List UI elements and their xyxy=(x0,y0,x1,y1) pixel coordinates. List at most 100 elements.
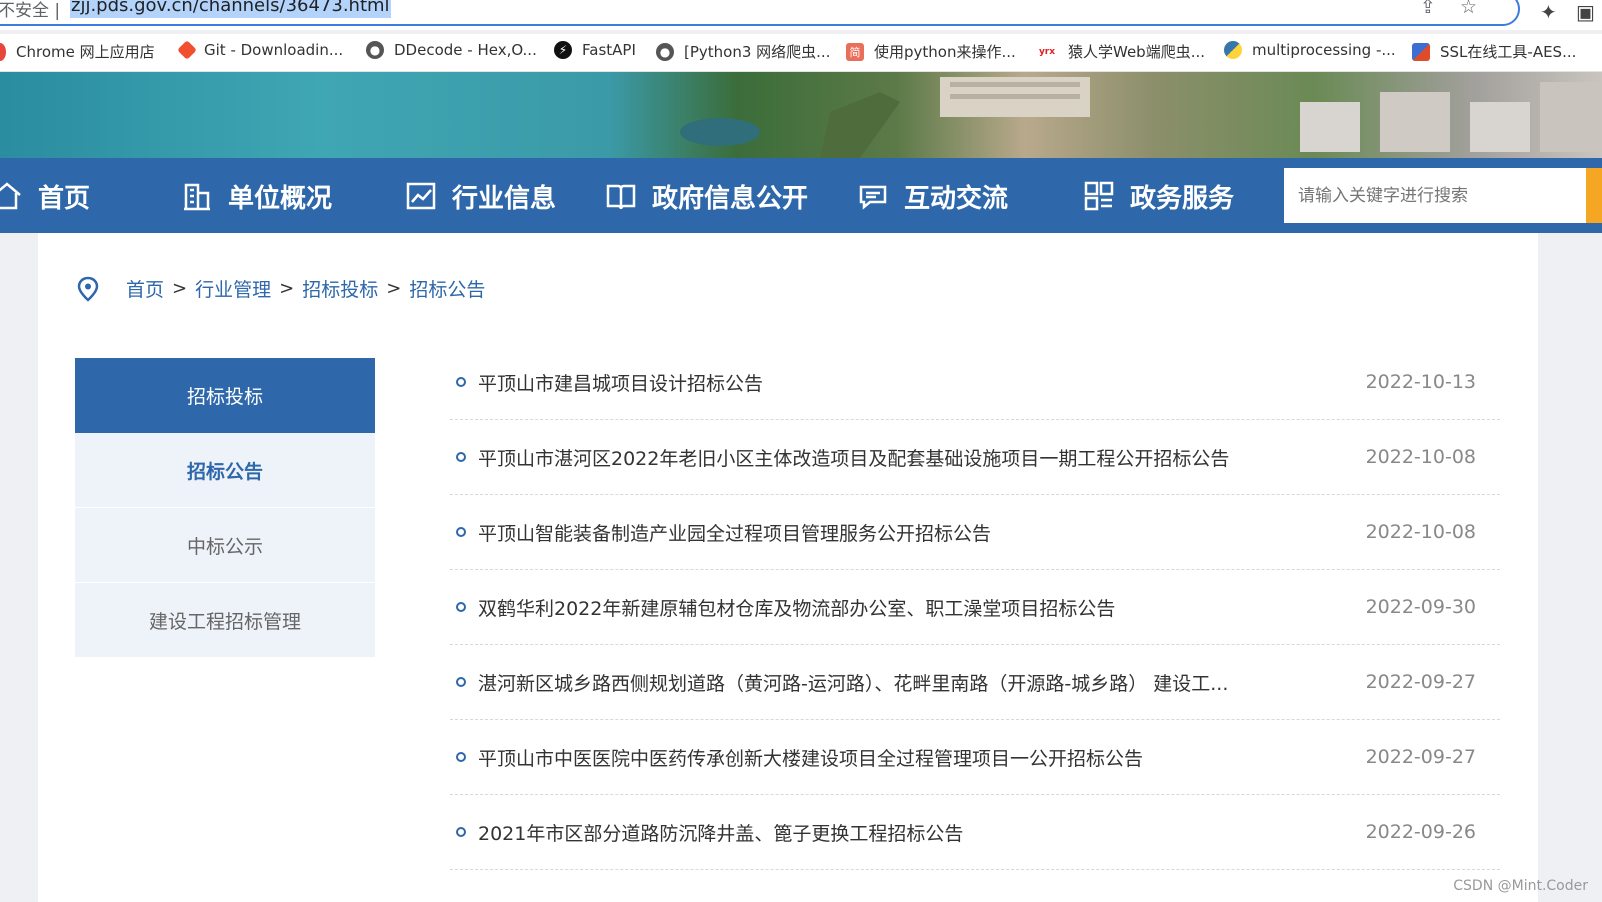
list-item[interactable]: 平顶山市建昌城项目设计招标公告 2022-10-13 xyxy=(450,345,1500,420)
bullet-icon xyxy=(456,452,466,462)
sidebar: 招标投标 招标公告 中标公示 建设工程招标管理 xyxy=(75,358,375,658)
extensions-icon[interactable]: ✦ xyxy=(1540,0,1557,24)
sidebar-item-construction-tender-management[interactable]: 建设工程招标管理 xyxy=(75,583,375,658)
list-item-title[interactable]: 双鹤华利2022年新建原辅包材仓库及物流部办公室、职工澡堂项目招标公告 xyxy=(478,594,1115,621)
list-item-date: 2022-10-13 xyxy=(1365,371,1476,393)
bookmark-label: [Python3 网络爬虫... xyxy=(684,43,831,61)
share-icon[interactable]: ⇪ xyxy=(1420,0,1436,18)
banner-scenery xyxy=(680,77,1602,158)
breadcrumb-separator: > xyxy=(386,278,402,299)
bookmarks-bar: Chrome 网上应用店 Git - Downloadin... ● DDeco… xyxy=(0,34,1602,72)
list-item[interactable]: 双鹤华利2022年新建原辅包材仓库及物流部办公室、职工澡堂项目招标公告 2022… xyxy=(450,570,1500,645)
bookmark-ddecode[interactable]: ● DDecode - Hex,O... xyxy=(366,41,537,59)
bookmark-multiprocessing[interactable]: multiprocessing -... xyxy=(1224,41,1396,59)
python-icon xyxy=(1224,41,1242,59)
bookmark-label: FastAPI xyxy=(582,41,636,59)
list-item-date: 2022-09-26 xyxy=(1365,821,1476,843)
list-item[interactable]: 湛河新区城乡路西侧规划道路（黄河路-运河路）、花畔里南路（开源路-城乡路） 建设… xyxy=(450,645,1500,720)
globe-icon: ● xyxy=(656,42,674,61)
bookmark-python3-spider[interactable]: ● [Python3 网络爬虫... xyxy=(656,41,830,62)
main-nav: 首页 单位概况 行业信息 政府信息公开 互动交流 政务服务 xyxy=(0,158,1602,233)
bookmark-chrome-store[interactable]: Chrome 网上应用店 xyxy=(0,41,155,62)
list-item-title[interactable]: 2021年市区部分道路防沉降井盖、篦子更换工程招标公告 xyxy=(478,819,963,846)
breadcrumb-separator: > xyxy=(279,278,295,299)
list-item-date: 2022-09-30 xyxy=(1365,596,1476,618)
list-item-date: 2022-09-27 xyxy=(1365,671,1476,693)
jianshu-icon: 简 xyxy=(846,42,864,61)
home-icon xyxy=(0,182,21,210)
breadcrumb-industry-management[interactable]: 行业管理 xyxy=(195,275,271,302)
nav-item-industry-info[interactable]: 行业信息 xyxy=(404,176,556,216)
bookmark-label: SSL在线工具-AES... xyxy=(1440,43,1577,61)
bookmark-fastapi[interactable]: ⚡ FastAPI xyxy=(554,41,636,59)
bookmark-label: Git - Downloadin... xyxy=(204,41,344,59)
sidebar-item-tender-notice[interactable]: 招标公告 xyxy=(75,433,375,508)
breadcrumb-bidding[interactable]: 招标投标 xyxy=(302,275,378,302)
search-input[interactable] xyxy=(1284,168,1586,223)
bookmark-label: multiprocessing -... xyxy=(1252,41,1396,59)
bullet-icon xyxy=(456,827,466,837)
list-item[interactable]: 平顶山市湛河区2022年老旧小区主体改造项目及配套基础设施项目一期工程公开招标公… xyxy=(450,420,1500,495)
bookmark-label: DDecode - Hex,O... xyxy=(394,41,537,59)
breadcrumb-home[interactable]: 首页 xyxy=(126,275,164,302)
bookmark-ssl-tool[interactable]: SSL在线工具-AES... xyxy=(1412,41,1576,62)
nav-item-gov-info-public[interactable]: 政府信息公开 xyxy=(604,176,808,216)
list-item-date: 2022-10-08 xyxy=(1365,446,1476,468)
list-item[interactable]: 2021年市区部分道路防沉降井盖、篦子更换工程招标公告 2022-09-26 xyxy=(450,795,1500,870)
bookmark-jianshu[interactable]: 简 使用python来操作... xyxy=(846,41,1016,62)
chrome-store-icon xyxy=(0,42,6,61)
ssl-icon xyxy=(1412,42,1430,61)
sidebar-item-award-announcement[interactable]: 中标公示 xyxy=(75,508,375,583)
fastapi-icon: ⚡ xyxy=(554,41,572,59)
list-item-date: 2022-09-27 xyxy=(1365,746,1476,768)
search-button[interactable] xyxy=(1586,168,1602,223)
breadcrumb-tender-notice[interactable]: 招标公告 xyxy=(409,275,485,302)
nav-label: 政府信息公开 xyxy=(652,183,809,214)
address-bar: 不安全 | zjj.pds.gov.cn/channels/36473.html… xyxy=(0,0,1602,30)
building-icon xyxy=(184,183,210,211)
sidebar-header: 招标投标 xyxy=(75,358,375,433)
header-banner-image xyxy=(0,72,1602,158)
list-item[interactable]: 平顶山智能装备制造产业园全过程项目管理服务公开招标公告 2022-10-08 xyxy=(450,495,1500,570)
bookmark-label: 使用python来操作... xyxy=(874,43,1016,61)
globe-icon: ● xyxy=(366,41,384,59)
nav-label: 首页 xyxy=(38,183,91,214)
list-item-title[interactable]: 平顶山市中医医院中医药传承创新大楼建设项目全过程管理项目一公开招标公告 xyxy=(478,744,1143,771)
location-pin-icon xyxy=(77,276,99,302)
bookmark-label: 猿人学Web端爬虫... xyxy=(1068,43,1206,61)
book-icon xyxy=(606,184,636,210)
bookmark-git[interactable]: Git - Downloadin... xyxy=(177,40,344,60)
nav-item-gov-services[interactable]: 政务服务 xyxy=(1082,176,1234,216)
bullet-icon xyxy=(456,752,466,762)
breadcrumb: 首页 > 行业管理 > 招标投标 > 招标公告 xyxy=(76,275,485,302)
star-icon[interactable]: ☆ xyxy=(1460,0,1477,18)
bullet-icon xyxy=(456,602,466,612)
nav-item-unit-overview[interactable]: 单位概况 xyxy=(180,176,332,216)
nav-label: 单位概况 xyxy=(228,183,333,214)
git-icon xyxy=(177,40,197,60)
yrx-icon: yrx xyxy=(1038,46,1056,57)
notice-list: 平顶山市建昌城项目设计招标公告 2022-10-13 平顶山市湛河区2022年老… xyxy=(450,345,1500,870)
list-item-title[interactable]: 湛河新区城乡路西侧规划道路（黄河路-运河路）、花畔里南路（开源路-城乡路） 建设… xyxy=(478,669,1228,696)
bookmark-yuanrenxue[interactable]: yrx 猿人学Web端爬虫... xyxy=(1036,41,1205,62)
nav-item-interaction[interactable]: 互动交流 xyxy=(856,176,1008,216)
not-secure-label[interactable]: 不安全 | xyxy=(0,0,60,21)
list-item-title[interactable]: 平顶山市建昌城项目设计招标公告 xyxy=(478,369,763,396)
url-text[interactable]: zjj.pds.gov.cn/channels/36473.html xyxy=(70,0,391,18)
chat-icon xyxy=(859,185,887,210)
side-panel-icon[interactable]: ▣ xyxy=(1576,0,1595,24)
breadcrumb-separator: > xyxy=(172,278,188,299)
list-item-title[interactable]: 平顶山市湛河区2022年老旧小区主体改造项目及配套基础设施项目一期工程公开招标公… xyxy=(478,444,1229,471)
bullet-icon xyxy=(456,677,466,687)
bookmark-label: Chrome 网上应用店 xyxy=(16,43,155,61)
content-panel: 首页 > 行业管理 > 招标投标 > 招标公告 招标投标 招标公告 中标公示 建… xyxy=(38,233,1538,902)
list-item-title[interactable]: 平顶山智能装备制造产业园全过程项目管理服务公开招标公告 xyxy=(478,519,991,546)
nav-label: 政务服务 xyxy=(1130,183,1235,214)
nav-item-home[interactable]: 首页 xyxy=(0,176,90,216)
chart-icon xyxy=(406,182,436,210)
nav-label: 行业信息 xyxy=(452,183,557,214)
nav-label: 互动交流 xyxy=(904,183,1009,214)
omnibox[interactable]: 不安全 | zjj.pds.gov.cn/channels/36473.html… xyxy=(0,0,1520,26)
list-item[interactable]: 平顶山市中医医院中医药传承创新大楼建设项目全过程管理项目一公开招标公告 2022… xyxy=(450,720,1500,795)
bullet-icon xyxy=(456,527,466,537)
